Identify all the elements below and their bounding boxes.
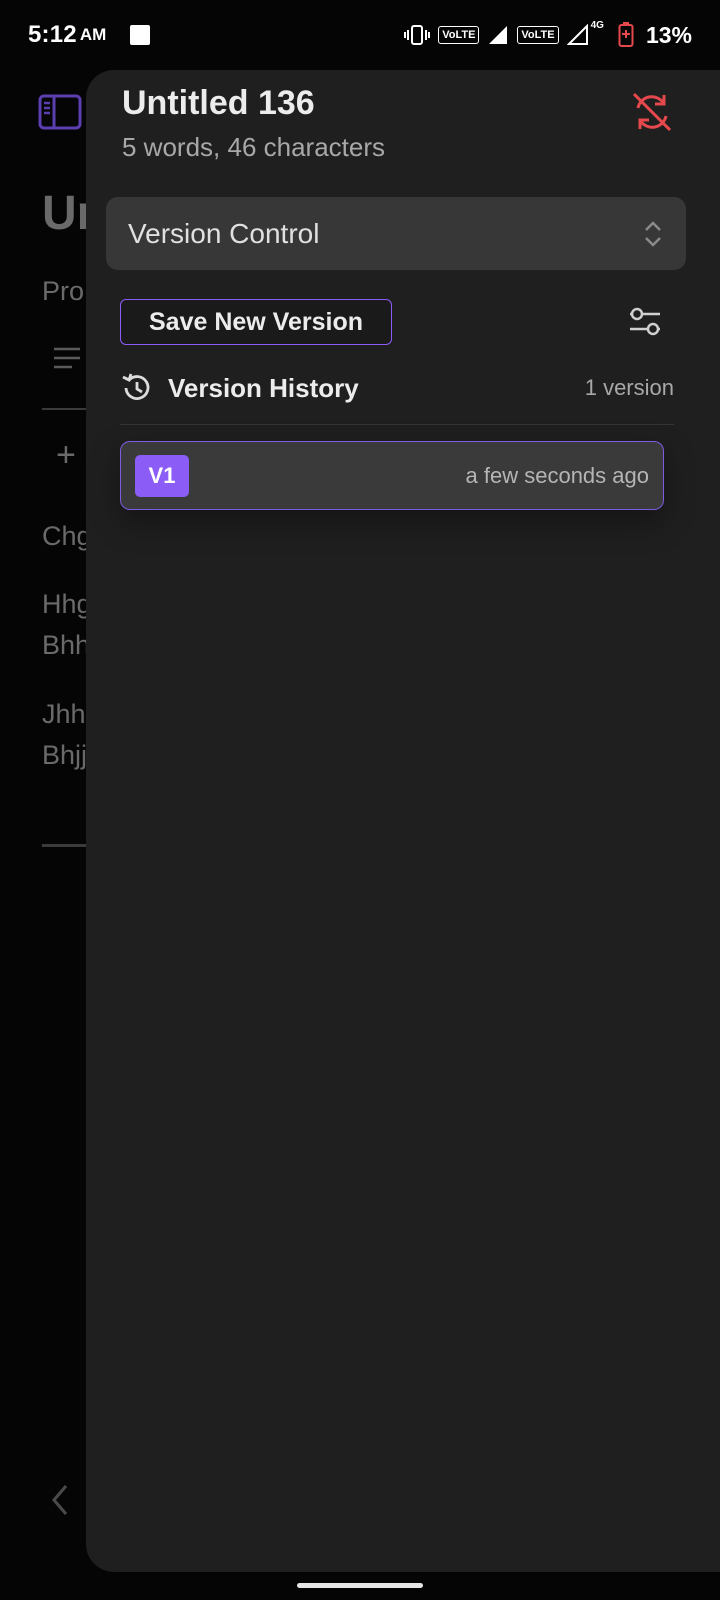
background-subtitle: Pro — [42, 276, 85, 306]
signal-icon-2 — [566, 24, 588, 45]
status-ampm: AM — [79, 25, 107, 44]
signal-icon-1 — [489, 26, 508, 44]
screen: 5:12 AM VoLTE VoLTE 4G 13% Un Pro + Chg … — [0, 0, 720, 1600]
document-stats: 5 words, 46 characters — [122, 132, 386, 162]
status-icons: VoLTE VoLTE 4G 13% — [404, 19, 692, 49]
battery-percent: 13% — [645, 21, 692, 48]
background-line-3: Bhh — [42, 630, 91, 660]
background-line-5: Bhjj — [42, 740, 88, 770]
sidebar-toggle-icon[interactable] — [38, 94, 82, 130]
home-indicator[interactable] — [297, 1583, 423, 1588]
version-history-title: Version History — [168, 372, 359, 403]
history-divider — [120, 424, 674, 425]
document-title: Untitled 136 — [122, 84, 315, 122]
add-block-icon[interactable]: + — [56, 436, 76, 475]
version-control-select[interactable]: Version Control — [106, 197, 686, 270]
version-history-header: Version History 1 version — [120, 366, 674, 410]
notification-icon — [130, 25, 151, 45]
history-icon — [122, 373, 150, 400]
chevron-left-icon[interactable] — [46, 1480, 72, 1520]
version-panel: Untitled 136 5 words, 46 characters Vers… — [86, 70, 720, 1572]
status-time: 5:12 — [28, 21, 77, 48]
sliders-icon[interactable] — [624, 302, 666, 342]
background-line-2: Hhg — [42, 589, 92, 619]
select-value: Version Control — [128, 217, 320, 249]
vibrate-icon — [404, 25, 431, 45]
save-new-version-button[interactable]: Save New Version — [120, 299, 392, 345]
sync-off-icon[interactable] — [630, 90, 674, 134]
background-line-1: Chg — [42, 521, 92, 551]
chevron-up-down-icon — [645, 220, 661, 247]
battery-icon — [618, 22, 634, 47]
align-icon — [54, 347, 80, 369]
volte-badge-2: VoLTE — [517, 26, 559, 44]
volte-badge-1: VoLTE — [438, 26, 480, 44]
status-bar: 5:12 AM VoLTE VoLTE 4G 13% — [0, 0, 720, 70]
version-item[interactable]: V1 a few seconds ago — [120, 441, 664, 510]
background-line-4: Jhh — [42, 699, 86, 729]
version-badge: V1 — [135, 454, 189, 497]
version-timestamp: a few seconds ago — [465, 462, 649, 488]
version-count: 1 version — [584, 375, 674, 400]
network-type: 4G — [590, 19, 604, 31]
